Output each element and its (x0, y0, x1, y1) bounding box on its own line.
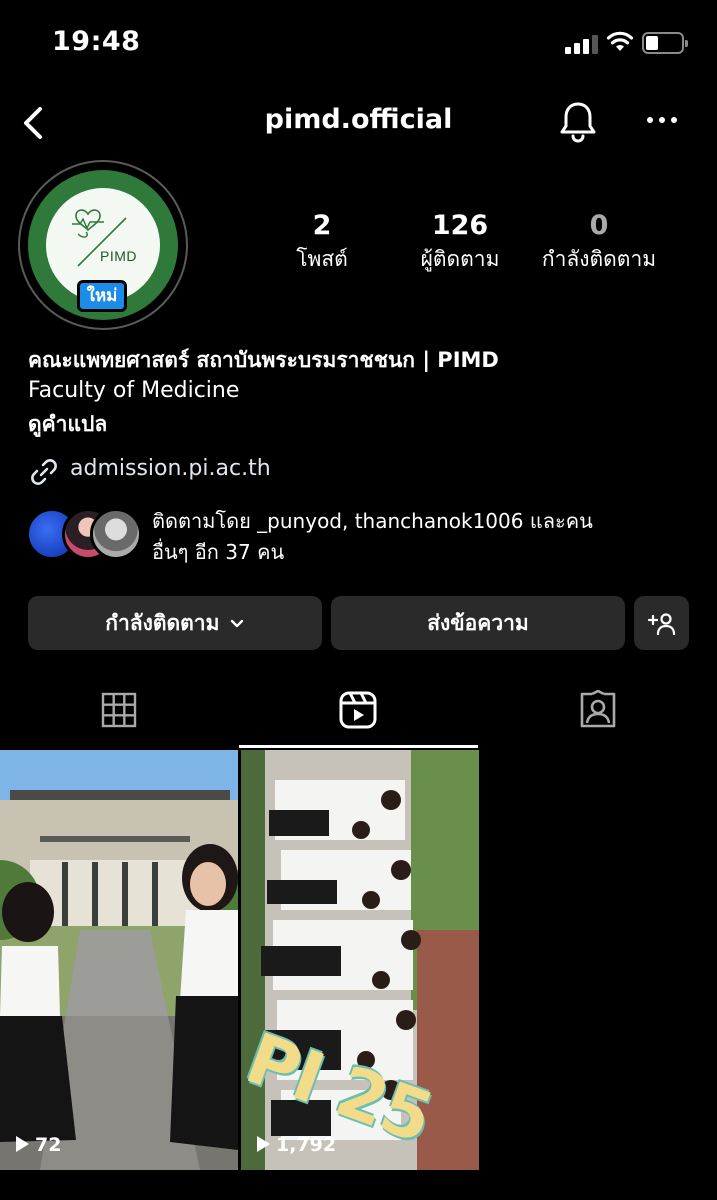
suggested-users-button[interactable] (634, 596, 689, 650)
cellular-signal-icon (565, 34, 601, 54)
followed-by-line-1: ติดตามโดย _punyod, thanchanok1006 และคน (152, 509, 593, 533)
reel-view-count: 72 (16, 1134, 61, 1156)
stat-followers[interactable]: 126 ผู้ติดตาม (400, 210, 520, 276)
posts-label: โพสต์ (296, 247, 348, 271)
status-bar: 19:48 (0, 0, 717, 90)
bio-name: คณะแพทยศาสตร์ สถาบันพระบรมราชชนก | PIMD (28, 348, 499, 372)
following-label: กำลังติดตาม (541, 247, 657, 271)
notification-bell-icon[interactable] (557, 100, 599, 144)
followers-label: ผู้ติดตาม (420, 247, 500, 271)
wifi-icon (606, 31, 634, 51)
battery-icon (642, 32, 688, 54)
tab-tagged[interactable] (478, 686, 717, 748)
new-badge: ใหม่ (77, 280, 127, 312)
stat-following[interactable]: 0 กำลังติดตาม (528, 210, 670, 276)
message-button[interactable]: ส่งข้อความ (331, 596, 625, 650)
followers-count: 126 (431, 210, 489, 241)
reel-1-image (0, 750, 238, 1170)
followed-by-line-2: อื่นๆ อีก 37 คน (152, 540, 285, 564)
followed-by-text[interactable]: ติดตามโดย _punyod, thanchanok1006 และคน … (152, 506, 692, 568)
stat-posts[interactable]: 2 โพสต์ (262, 210, 382, 276)
following-button[interactable]: กำลังติดตาม (28, 596, 322, 650)
profile-username: pimd.official (264, 104, 453, 135)
following-count: 0 (589, 210, 609, 241)
status-time: 19:48 (52, 26, 141, 57)
following-button-label: กำลังติดตาม (105, 611, 220, 635)
tagged-person-icon (580, 690, 616, 728)
tab-reels[interactable] (239, 686, 478, 748)
play-icon (257, 1136, 270, 1152)
tab-grid[interactable] (0, 686, 239, 748)
reel-thumbnail[interactable]: PI 25 1,792 (241, 750, 479, 1170)
reel-view-count: 1,792 (257, 1134, 336, 1156)
active-tab-indicator (239, 745, 478, 748)
play-icon (16, 1136, 29, 1152)
grid-icon (101, 692, 137, 728)
reels-icon (339, 691, 377, 729)
more-options-icon[interactable] (644, 108, 680, 132)
bio-category: Faculty of Medicine (28, 378, 240, 403)
website-link[interactable]: admission.pi.ac.th (70, 456, 271, 481)
reel-thumbnail[interactable]: 72 (0, 750, 238, 1170)
follower-avatar-3[interactable] (90, 508, 142, 560)
avatar-logo-text: PIMD (100, 248, 137, 264)
chevron-down-icon (230, 619, 243, 628)
link-icon (31, 459, 57, 485)
posts-count: 2 (312, 210, 332, 241)
see-translation-link[interactable]: ดูคำแปล (28, 408, 107, 441)
add-user-icon (647, 613, 675, 636)
